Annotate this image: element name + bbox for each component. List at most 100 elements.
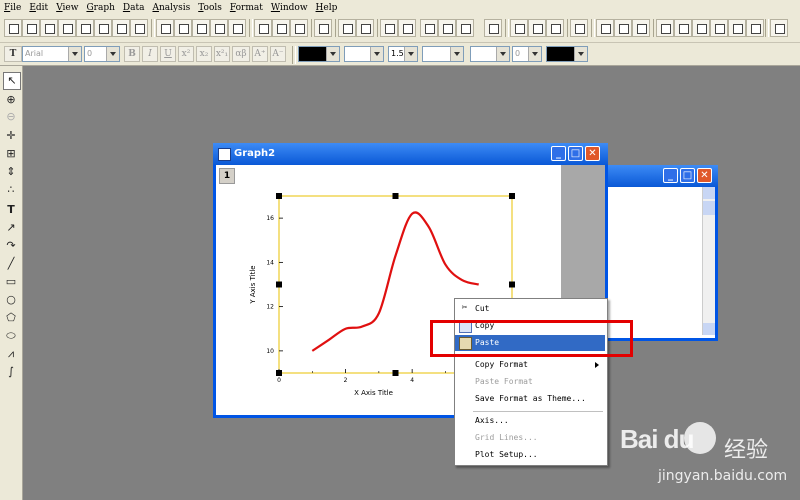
- minimize-icon[interactable]: _: [551, 146, 566, 161]
- script-window-icon[interactable]: [398, 19, 416, 37]
- menu-item-grid-lines[interactable]: Grid Lines...: [455, 430, 605, 446]
- layer-right-y-icon[interactable]: [674, 19, 692, 37]
- command-window-icon[interactable]: [438, 19, 456, 37]
- pointer-icon[interactable]: ↖: [3, 72, 21, 90]
- data-reader-icon[interactable]: ⊞: [3, 146, 19, 162]
- line-style-select[interactable]: [344, 46, 384, 62]
- new-project-icon[interactable]: [4, 19, 22, 37]
- scroll-up-icon[interactable]: [703, 187, 715, 199]
- results-log-icon[interactable]: [380, 19, 398, 37]
- scroll-thumb[interactable]: [703, 201, 715, 215]
- freehand-tool-icon[interactable]: ∫: [3, 364, 19, 380]
- layer-tab[interactable]: 1: [219, 168, 235, 184]
- screen-reader-icon[interactable]: ✛: [3, 128, 19, 144]
- polyline-tool-icon[interactable]: ⩘: [3, 346, 19, 362]
- region-tool-icon[interactable]: ⬭: [3, 328, 19, 344]
- layer-4-icon[interactable]: [632, 19, 650, 37]
- import-wizard-icon[interactable]: [290, 19, 308, 37]
- menu-file[interactable]: File: [0, 3, 25, 13]
- italic-button[interactable]: I: [142, 46, 158, 62]
- add-new-columns-icon[interactable]: [484, 19, 502, 37]
- layer-inset-data-icon[interactable]: [728, 19, 746, 37]
- maximize-icon[interactable]: □: [568, 146, 583, 161]
- open-icon[interactable]: [156, 19, 174, 37]
- greek-button[interactable]: αβ: [232, 46, 250, 62]
- line-width-select[interactable]: 1.5: [388, 46, 418, 62]
- duplicate-icon[interactable]: [356, 19, 374, 37]
- print-icon[interactable]: [314, 19, 332, 37]
- font-name-select[interactable]: Arial: [22, 46, 82, 62]
- curved-arrow-icon[interactable]: ↷: [3, 238, 19, 254]
- layer-1-icon[interactable]: [596, 19, 614, 37]
- code-builder-icon[interactable]: [456, 19, 474, 37]
- vertical-scrollbar[interactable]: [702, 187, 715, 335]
- save-template-icon[interactable]: [228, 19, 246, 37]
- line-color-swatch[interactable]: [298, 46, 328, 62]
- underline-button[interactable]: U: [160, 46, 176, 62]
- increase-font-button[interactable]: A⁺: [252, 46, 268, 62]
- subscript-button[interactable]: x₂: [196, 46, 212, 62]
- pattern-width-select[interactable]: 0: [512, 46, 542, 62]
- import-ascii-icon[interactable]: [254, 19, 272, 37]
- import-multiple-icon[interactable]: [272, 19, 290, 37]
- close-icon[interactable]: ✕: [585, 146, 600, 161]
- layer-top-x-icon[interactable]: [656, 19, 674, 37]
- zoom-in-icon[interactable]: [510, 19, 528, 37]
- menu-edit[interactable]: Edit: [25, 3, 52, 13]
- open-excel-icon[interactable]: [192, 19, 210, 37]
- project-explorer-icon[interactable]: [420, 19, 438, 37]
- menu-analysis[interactable]: Analysis: [148, 3, 194, 13]
- maximize-icon[interactable]: □: [680, 168, 695, 183]
- fill-color-select[interactable]: [470, 46, 510, 62]
- menu-item-cut[interactable]: ✂ Cut: [455, 301, 605, 317]
- background-window[interactable]: _ □ ✕: [600, 165, 718, 341]
- open-template-icon[interactable]: [174, 19, 192, 37]
- bold-button[interactable]: B: [124, 46, 140, 62]
- layer-linked-icon[interactable]: [692, 19, 710, 37]
- new-function-icon[interactable]: [112, 19, 130, 37]
- decrease-font-button[interactable]: A⁻: [270, 46, 286, 62]
- pattern-color-dropdown[interactable]: [574, 46, 588, 62]
- new-graph-icon[interactable]: [40, 19, 58, 37]
- rectangle-tool-icon[interactable]: ▭: [3, 274, 19, 290]
- font-size-select[interactable]: 0: [84, 46, 120, 62]
- border-select[interactable]: [422, 46, 464, 62]
- close-icon[interactable]: ✕: [697, 168, 712, 183]
- background-window-titlebar[interactable]: _ □ ✕: [600, 165, 718, 187]
- draw-data-icon[interactable]: ∴: [3, 182, 19, 198]
- line-tool-icon[interactable]: ╱: [3, 256, 19, 272]
- line-color-dropdown[interactable]: [326, 46, 340, 62]
- zoom-out-tool-icon[interactable]: ⊖: [3, 109, 19, 125]
- menu-format[interactable]: Format: [226, 3, 267, 13]
- new-notes-icon[interactable]: [130, 19, 148, 37]
- scroll-down-icon[interactable]: [703, 323, 715, 335]
- menu-item-copy-format[interactable]: Copy Format: [455, 357, 605, 373]
- menu-item-paste-format[interactable]: Paste Format: [455, 374, 605, 390]
- whole-page-icon[interactable]: [546, 19, 564, 37]
- zoom-icon[interactable]: ⊕: [3, 92, 19, 108]
- save-icon[interactable]: [210, 19, 228, 37]
- menu-help[interactable]: Help: [312, 3, 342, 13]
- menu-item-save-format-theme[interactable]: Save Format as Theme...: [455, 391, 605, 407]
- polygon-tool-icon[interactable]: ⬠: [3, 310, 19, 326]
- new-worksheet-icon[interactable]: [22, 19, 40, 37]
- menu-window[interactable]: Window: [267, 3, 312, 13]
- zoom-out-icon[interactable]: [528, 19, 546, 37]
- refresh-icon[interactable]: [338, 19, 356, 37]
- menu-data[interactable]: Data: [119, 3, 149, 13]
- new-matrix-icon[interactable]: [58, 19, 76, 37]
- new-layout-icon[interactable]: [94, 19, 112, 37]
- pattern-color-swatch[interactable]: [546, 46, 576, 62]
- graph-window-titlebar[interactable]: Graph2 _ □ ✕: [213, 143, 608, 165]
- text-tool-icon[interactable]: T: [3, 202, 19, 218]
- menu-item-axis[interactable]: Axis...: [455, 413, 605, 429]
- arrange-layers-icon[interactable]: [770, 19, 788, 37]
- layer-inset-icon[interactable]: [710, 19, 728, 37]
- superscript-button[interactable]: x²: [178, 46, 194, 62]
- merge-graphs-icon[interactable]: [746, 19, 764, 37]
- menu-view[interactable]: View: [52, 3, 82, 13]
- new-excel-icon[interactable]: [76, 19, 94, 37]
- menu-item-plot-setup[interactable]: Plot Setup...: [455, 447, 605, 463]
- layer-2-icon[interactable]: [614, 19, 632, 37]
- arrow-tool-icon[interactable]: ↗: [3, 220, 19, 236]
